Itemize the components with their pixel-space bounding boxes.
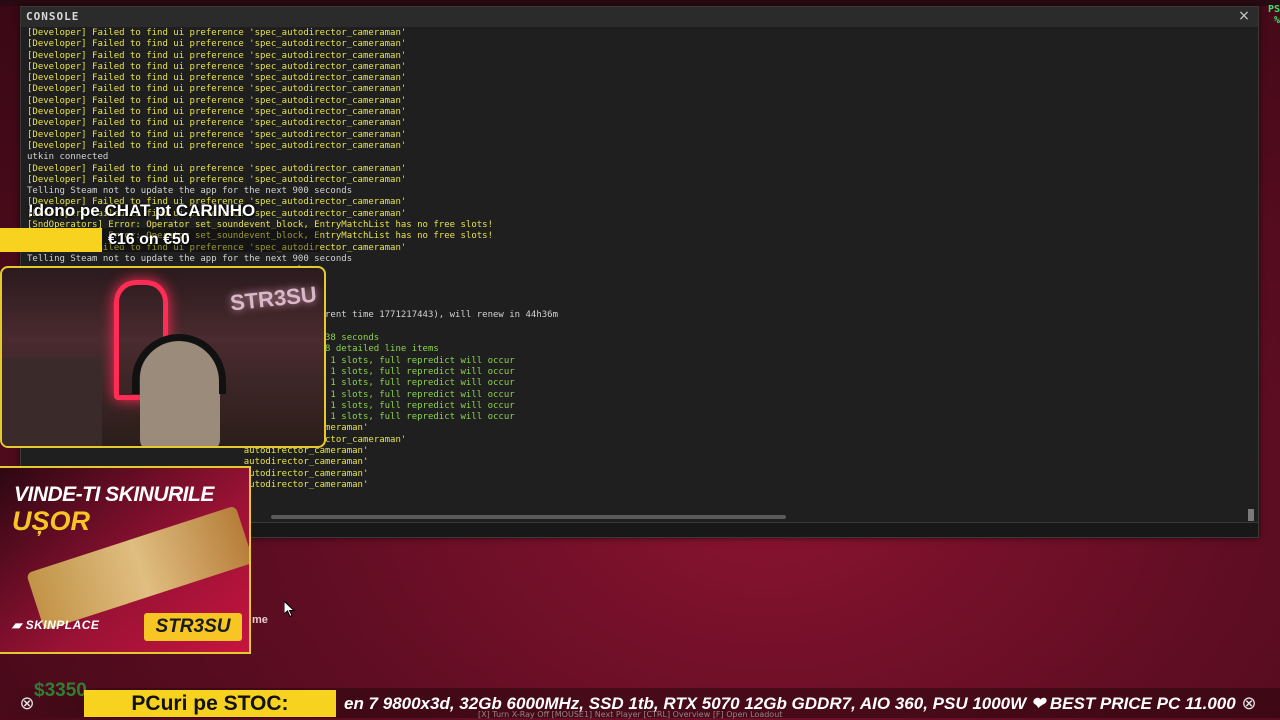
skinplace-logo: ▰ SKINPLACE <box>12 618 100 632</box>
console-titlebar[interactable]: CONSOLE × <box>21 7 1258 27</box>
ad-code-badge: STR3SU <box>144 613 242 641</box>
close-icon[interactable]: × <box>1236 8 1252 26</box>
webcam-shelf <box>2 358 102 446</box>
crosshair-icon: ⊗ <box>1241 693 1257 714</box>
ticker-label: PCuri pe STOC: <box>84 690 336 717</box>
webcam-feed: STR3SU <box>0 266 326 448</box>
ad-subtitle: UȘOR <box>12 506 91 536</box>
game-key-hints: [X] Turn X-Ray Off [MOUSE1] Next Player … <box>478 710 783 719</box>
goal-label: €16 on €50 <box>108 231 190 248</box>
console-log-line: [Developer] Failed to find ui preference… <box>27 140 407 151</box>
console-log-line: utkin connected <box>27 152 109 163</box>
skinplace-logo-text: SKINPLACE <box>25 618 100 632</box>
mouse-cursor-icon <box>283 599 296 622</box>
console-log-line: Telling Steam not to update the app for … <box>27 186 353 197</box>
console-log-line: [Developer] Failed to find ui preference… <box>27 28 407 38</box>
donation-prompt: !dono pe CHAT pt CARINHO <box>28 201 256 220</box>
console-title: CONSOLE <box>26 10 80 23</box>
console-log-line: [Developer] Failed to find ui preference… <box>27 50 407 61</box>
console-log-line: Telling Steam not to update the app for … <box>27 253 353 264</box>
console-log-line: [Developer] Failed to find ui preference… <box>27 174 407 185</box>
skinplace-ad: VINDE-TI SKINURILE UȘOR ▰ SKINPLACE STR3… <box>0 466 251 654</box>
console-log-line: [Developer] Failed to find ui preference… <box>27 84 407 95</box>
donation-goal-bar: €16 on €50 <box>0 228 320 252</box>
console-log-line: [Developer] Failed to find ui preference… <box>27 39 407 50</box>
console-log-line: [Developer] Failed to find ui preference… <box>27 107 407 118</box>
console-log-line: [Developer] Failed to find ui preference… <box>27 73 407 84</box>
ad-title: VINDE-TI SKINURILE <box>14 483 214 506</box>
fps-readout: PS % <box>1268 4 1280 26</box>
goal-progress-fill <box>0 228 103 252</box>
background-text: me <box>252 614 268 626</box>
console-horizontal-scrollbar[interactable] <box>271 515 786 519</box>
console-log-line: [Developer] Failed to find ui preference… <box>27 129 407 140</box>
money-readout: $3350 <box>34 680 87 701</box>
console-vertical-scrollbar[interactable] <box>1248 509 1254 521</box>
console-log-line: [Developer] Failed to find ui preference… <box>27 118 407 129</box>
neon-sign: STR3SU <box>228 281 318 316</box>
console-log-line: [Developer] Failed to find ui preference… <box>27 163 407 174</box>
console-log-line: [Developer] Failed to find ui preference… <box>27 95 407 106</box>
console-log-line: [Developer] Failed to find ui preference… <box>27 61 407 72</box>
crosshair-icon: ⊗ <box>19 693 35 714</box>
